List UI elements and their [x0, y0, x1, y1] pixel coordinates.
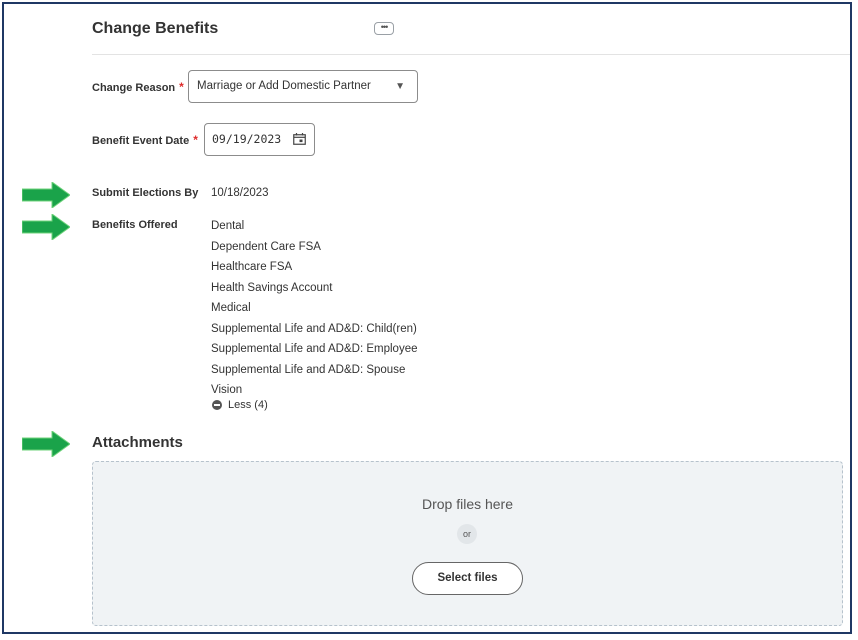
show-less-label: Less (4): [228, 399, 268, 411]
list-item: Dental: [211, 220, 245, 232]
list-item: Healthcare FSA: [211, 261, 293, 273]
page-frame: Change Benefits ••• Change Reason * Marri…: [2, 2, 852, 634]
submit-elections-by-label: Submit Elections By: [92, 187, 199, 199]
more-actions-button[interactable]: •••: [374, 22, 394, 35]
list-item: Supplemental Life and AD&D: Spouse: [211, 363, 406, 376]
benefit-event-date-label-text: Benefit Event Date: [92, 135, 190, 147]
benefit-event-date-label: Benefit Event Date *: [92, 133, 198, 147]
select-files-button[interactable]: Select files: [412, 562, 523, 595]
header-divider: [92, 54, 850, 55]
benefits-offered-label: Benefits Offered: [92, 219, 178, 231]
list-item: Health Savings Account: [211, 281, 333, 294]
list-item: Medical: [211, 302, 251, 314]
green-arrow-icon: [22, 431, 70, 457]
file-dropzone[interactable]: Drop files here or Select files: [92, 461, 843, 626]
chevron-down-icon: ▼: [395, 81, 405, 92]
benefit-event-date-input[interactable]: 09/19/2023: [204, 123, 315, 156]
change-reason-label-text: Change Reason: [92, 82, 176, 94]
drop-files-text: Drop files here: [421, 496, 514, 512]
green-arrow-icon: [22, 182, 70, 208]
green-arrow-icon: [22, 214, 70, 240]
list-item: Dependent Care FSA: [211, 240, 321, 253]
page-title: Change Benefits: [92, 20, 219, 37]
list-item: Supplemental Life and AD&D: Child(ren): [211, 322, 417, 335]
required-marker: *: [179, 80, 184, 94]
submit-elections-by-value: 10/18/2023: [211, 187, 269, 199]
change-reason-select[interactable]: Marriage or Add Domestic Partner ▼: [188, 70, 418, 103]
required-marker: *: [193, 133, 198, 147]
calendar-icon[interactable]: [293, 133, 306, 145]
change-reason-value: Marriage or Add Domestic Partner: [197, 80, 371, 92]
benefit-event-date-value: 09/19/2023: [212, 132, 282, 146]
change-reason-label: Change Reason *: [92, 80, 184, 94]
minus-circle-icon: [212, 400, 222, 410]
benefits-offered-list: Dental Dependent Care FSA Healthcare FSA…: [211, 219, 417, 404]
attachments-title: Attachments: [92, 434, 183, 451]
or-badge: or: [457, 524, 477, 544]
show-less-link[interactable]: Less (4): [212, 399, 268, 411]
list-item: Supplemental Life and AD&D: Employee: [211, 343, 418, 355]
